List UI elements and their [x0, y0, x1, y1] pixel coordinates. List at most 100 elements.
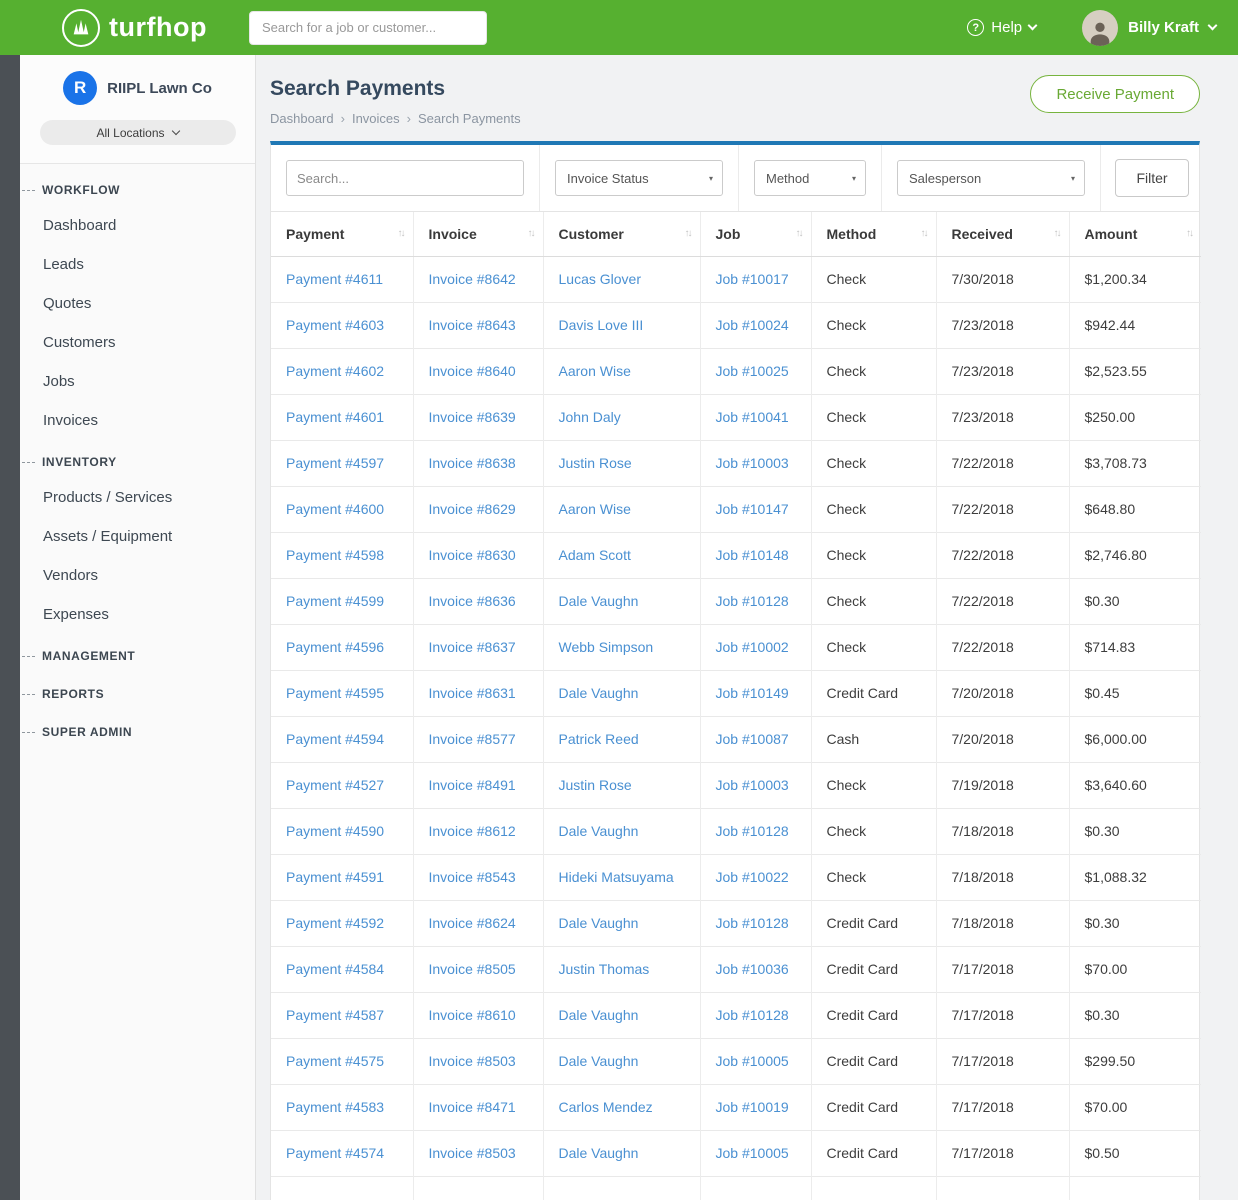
sort-icon[interactable]: ↑↓	[1054, 228, 1060, 239]
payment-cell[interactable]: Payment #4594	[286, 731, 384, 747]
receive-payment-button[interactable]: Receive Payment	[1030, 75, 1200, 113]
sidebar-item-products-services[interactable]: Products / Services	[20, 478, 255, 517]
payment-cell[interactable]: Payment #4584	[286, 961, 384, 977]
filter-button[interactable]: Filter	[1115, 159, 1189, 197]
payment-cell[interactable]: Payment #4599	[286, 593, 384, 609]
invoice-cell[interactable]: Invoice #8503	[429, 1145, 516, 1161]
invoice-cell[interactable]: Invoice #8471	[429, 1099, 516, 1115]
job-cell[interactable]: Job #10148	[716, 547, 789, 563]
breadcrumb-item-dashboard[interactable]: Dashboard	[270, 111, 334, 126]
job-cell[interactable]: Job #10005	[716, 1053, 789, 1069]
job-cell[interactable]: Job #10003	[716, 777, 789, 793]
job-cell[interactable]: Job #10005	[716, 1145, 789, 1161]
payment-cell[interactable]: Payment #4574	[286, 1145, 384, 1161]
customer-cell[interactable]: Adam Scott	[559, 547, 631, 563]
help-menu[interactable]: ? Help	[967, 19, 1036, 36]
invoice-cell[interactable]: Invoice #8543	[429, 869, 516, 885]
job-cell[interactable]: Job #10002	[716, 639, 789, 655]
job-cell[interactable]: Job #10019	[716, 1099, 789, 1115]
payment-cell[interactable]: Payment #4601	[286, 409, 384, 425]
sidebar-item-jobs[interactable]: Jobs	[20, 362, 255, 401]
job-cell[interactable]: Job #10128	[716, 593, 789, 609]
sidebar-item-leads[interactable]: Leads	[20, 245, 255, 284]
payments-search-input[interactable]	[286, 160, 524, 196]
customer-cell[interactable]: John Daly	[559, 409, 621, 425]
invoice-cell[interactable]: Invoice #8629	[429, 501, 516, 517]
sort-icon[interactable]: ↑↓	[1186, 228, 1192, 239]
payment-cell[interactable]: Payment #4527	[286, 777, 384, 793]
job-cell[interactable]: Job #10025	[716, 363, 789, 379]
column-header-amount[interactable]: Amount↑↓	[1069, 212, 1201, 256]
customer-cell[interactable]: Lucas Glover	[559, 271, 641, 287]
invoice-cell[interactable]: Invoice #8505	[429, 961, 516, 977]
customer-cell[interactable]: Dale Vaughn	[559, 1145, 639, 1161]
sidebar-section-management[interactable]: MANAGEMENT	[20, 634, 255, 672]
payment-cell[interactable]: Payment #4592	[286, 915, 384, 931]
invoice-cell[interactable]: Invoice #8612	[429, 823, 516, 839]
job-cell[interactable]: Job #10128	[716, 1007, 789, 1023]
column-header-customer[interactable]: Customer↑↓	[543, 212, 700, 256]
job-cell[interactable]: Job #10022	[716, 869, 789, 885]
job-cell[interactable]: Job #10036	[716, 961, 789, 977]
breadcrumb-item-invoices[interactable]: Invoices	[352, 111, 400, 126]
payment-cell[interactable]: Payment #4583	[286, 1099, 384, 1115]
sidebar-item-invoices[interactable]: Invoices	[20, 401, 255, 440]
invoice-cell[interactable]: Invoice #8640	[429, 363, 516, 379]
invoice-cell[interactable]: Invoice #8637	[429, 639, 516, 655]
invoice-cell[interactable]: Invoice #8630	[429, 547, 516, 563]
invoice-cell[interactable]: Invoice #8631	[429, 685, 516, 701]
invoice-cell[interactable]: Invoice #8624	[429, 915, 516, 931]
salesperson-select[interactable]: Salesperson ▾	[897, 160, 1085, 196]
customer-cell[interactable]: Webb Simpson	[559, 639, 654, 655]
sort-icon[interactable]: ↑↓	[528, 228, 534, 239]
sidebar-item-assets-equipment[interactable]: Assets / Equipment	[20, 517, 255, 556]
payment-cell[interactable]: Payment #4597	[286, 455, 384, 471]
job-cell[interactable]: Job #10147	[716, 501, 789, 517]
payment-cell[interactable]: Payment #4598	[286, 547, 384, 563]
method-select[interactable]: Method ▾	[754, 160, 866, 196]
invoice-cell[interactable]: Invoice #8638	[429, 455, 516, 471]
invoice-cell[interactable]: Invoice #8642	[429, 271, 516, 287]
sort-icon[interactable]: ↑↓	[685, 228, 691, 239]
job-cell[interactable]: Job #10087	[716, 731, 789, 747]
job-cell[interactable]: Job #10128	[716, 823, 789, 839]
payment-cell[interactable]: Payment #4600	[286, 501, 384, 517]
sidebar-section-super-admin[interactable]: SUPER ADMIN	[20, 710, 255, 748]
sidebar-item-expenses[interactable]: Expenses	[20, 595, 255, 634]
payment-cell[interactable]: Payment #4603	[286, 317, 384, 333]
invoice-status-select[interactable]: Invoice Status ▾	[555, 160, 723, 196]
payment-cell[interactable]: Payment #4595	[286, 685, 384, 701]
invoice-cell[interactable]: Invoice #8639	[429, 409, 516, 425]
invoice-cell[interactable]: Invoice #8610	[429, 1007, 516, 1023]
invoice-cell[interactable]: Invoice #8491	[429, 777, 516, 793]
customer-cell[interactable]: Hideki Matsuyama	[559, 869, 674, 885]
customer-cell[interactable]: Justin Thomas	[559, 961, 650, 977]
sort-icon[interactable]: ↑↓	[796, 228, 802, 239]
company-selector[interactable]: R RIIPL Lawn Co	[36, 71, 239, 105]
customer-cell[interactable]: Justin Rose	[559, 777, 632, 793]
customer-cell[interactable]: Dale Vaughn	[559, 1053, 639, 1069]
payment-cell[interactable]: Payment #4575	[286, 1053, 384, 1069]
customer-cell[interactable]: Dale Vaughn	[559, 685, 639, 701]
sidebar-item-quotes[interactable]: Quotes	[20, 284, 255, 323]
job-cell[interactable]: Job #10003	[716, 455, 789, 471]
brand-logo[interactable]: turfhop	[62, 9, 207, 47]
column-header-received[interactable]: Received↑↓	[936, 212, 1069, 256]
customer-cell[interactable]: Aaron Wise	[559, 363, 631, 379]
payment-cell[interactable]: Payment #4587	[286, 1007, 384, 1023]
column-header-method[interactable]: Method↑↓	[811, 212, 936, 256]
job-cell[interactable]: Job #10149	[716, 685, 789, 701]
customer-cell[interactable]: Aaron Wise	[559, 501, 631, 517]
sort-icon[interactable]: ↑↓	[921, 228, 927, 239]
customer-cell[interactable]: Patrick Reed	[559, 731, 639, 747]
user-menu[interactable]: Billy Kraft	[1082, 10, 1216, 46]
customer-cell[interactable]: Davis Love III	[559, 317, 644, 333]
customer-cell[interactable]: Dale Vaughn	[559, 915, 639, 931]
payment-cell[interactable]: Payment #4591	[286, 869, 384, 885]
global-search-input[interactable]	[249, 11, 487, 45]
customer-cell[interactable]: Dale Vaughn	[559, 593, 639, 609]
column-header-invoice[interactable]: Invoice↑↓	[413, 212, 543, 256]
payment-cell[interactable]: Payment #4611	[286, 271, 383, 287]
sidebar-section-inventory[interactable]: INVENTORY	[20, 440, 255, 478]
sidebar-item-dashboard[interactable]: Dashboard	[20, 206, 255, 245]
